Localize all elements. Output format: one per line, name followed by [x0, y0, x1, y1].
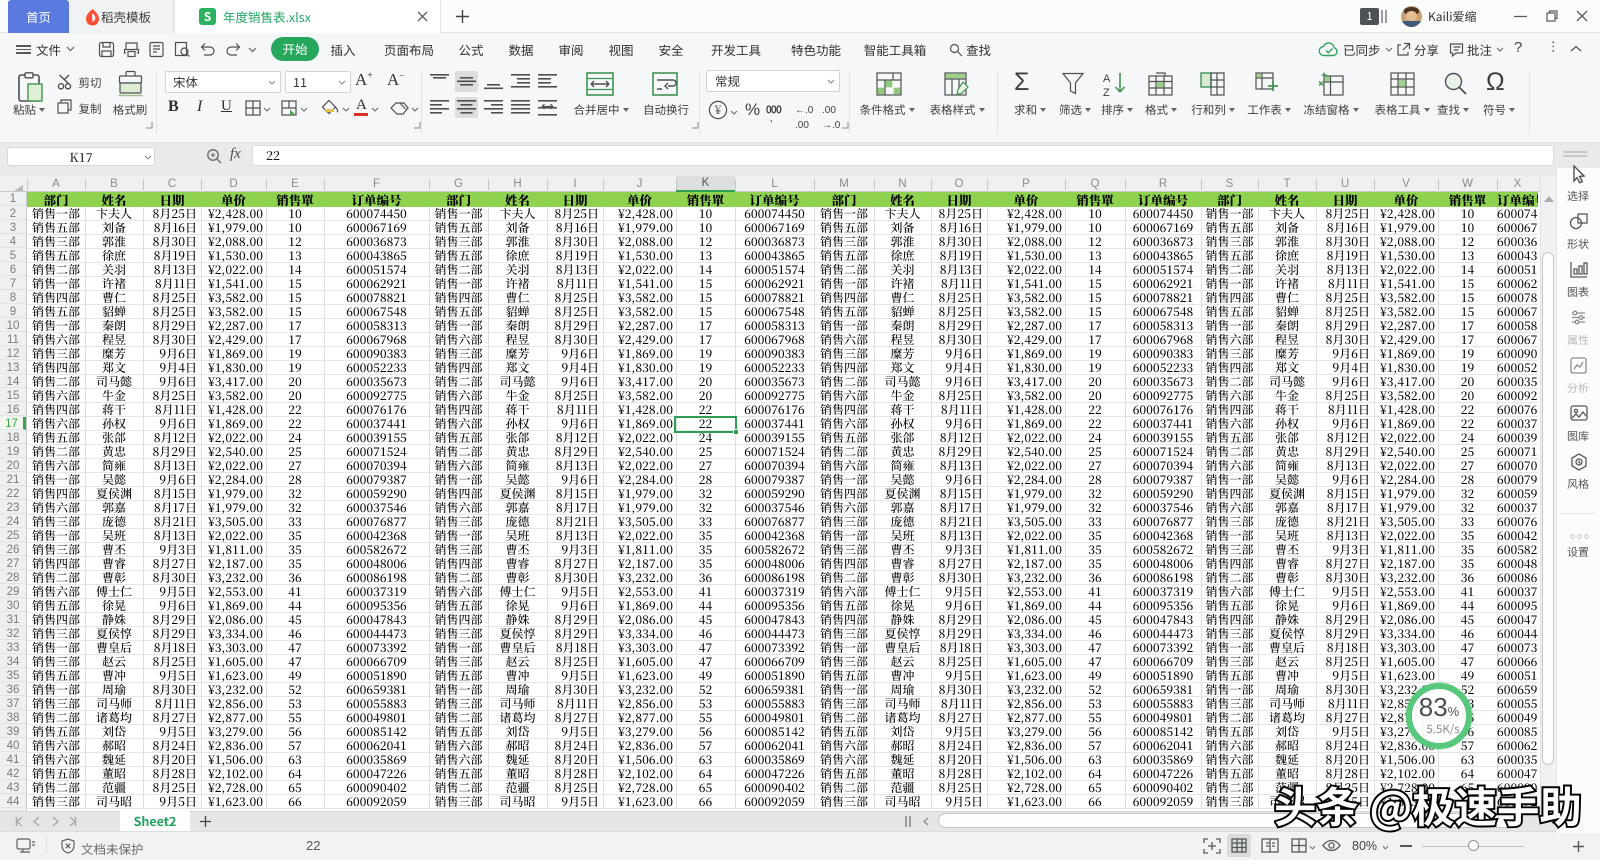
svg-text:A: A [1103, 73, 1111, 85]
svg-text:头条 @极速手助: 头条 @极速手助 [1274, 782, 1582, 836]
svg-text:Z: Z [1103, 87, 1110, 97]
svg-text:¥: ¥ [714, 101, 722, 118]
